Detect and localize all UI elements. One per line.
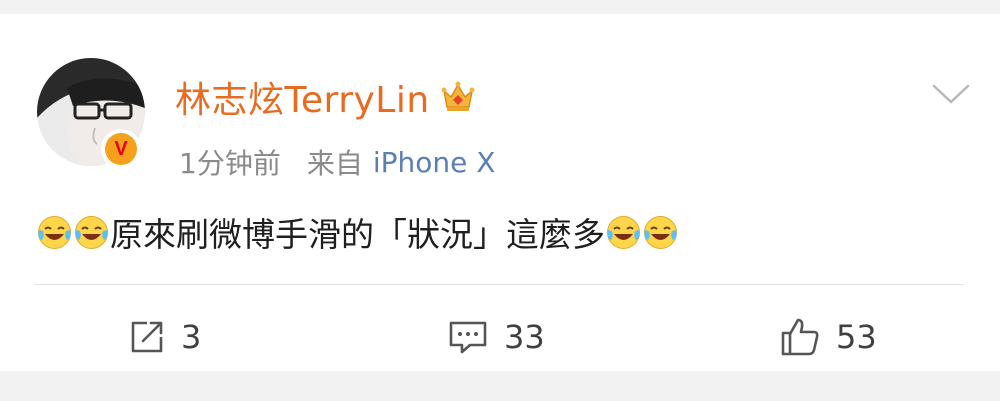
comment-count: 33 (504, 318, 545, 356)
post-meta: 1分钟前 来自 iPhone X (179, 142, 495, 182)
comment-icon (449, 321, 487, 354)
laughing-crying-emoji-icon (607, 215, 640, 249)
verified-mark: V (114, 138, 128, 160)
author-row: 林志炫TerryLin (175, 72, 476, 122)
thumbs-up-icon (781, 318, 819, 356)
like-button[interactable]: 53 (778, 314, 877, 360)
comment-button[interactable]: 33 (446, 314, 545, 360)
laughing-crying-emoji-icon (38, 215, 71, 249)
like-count: 53 (836, 318, 877, 356)
post-text: 原來刷微博手滑的「狀況」這麼多 (110, 215, 605, 254)
crown-icon[interactable] (440, 79, 476, 115)
verified-badge: V (101, 129, 141, 169)
weibo-post-card: V 林志炫TerryLin 1分钟前 来自 iPhone X 原來刷微博手滑的「… (0, 14, 1000, 371)
share-count: 3 (181, 318, 202, 356)
source-label: 来自 (306, 147, 363, 180)
chevron-down-icon[interactable] (930, 78, 972, 108)
laughing-crying-emoji-icon (75, 215, 108, 249)
share-button[interactable]: 3 (127, 314, 201, 360)
post-time: 1分钟前 (179, 147, 281, 180)
source-device[interactable]: iPhone X (373, 146, 496, 179)
share-icon (131, 321, 163, 353)
author-name[interactable]: 林志炫TerryLin (175, 71, 430, 123)
divider (34, 284, 964, 285)
post-content: 原來刷微博手滑的「狀況」這麼多 (36, 204, 679, 260)
laughing-crying-emoji-icon (644, 215, 677, 249)
